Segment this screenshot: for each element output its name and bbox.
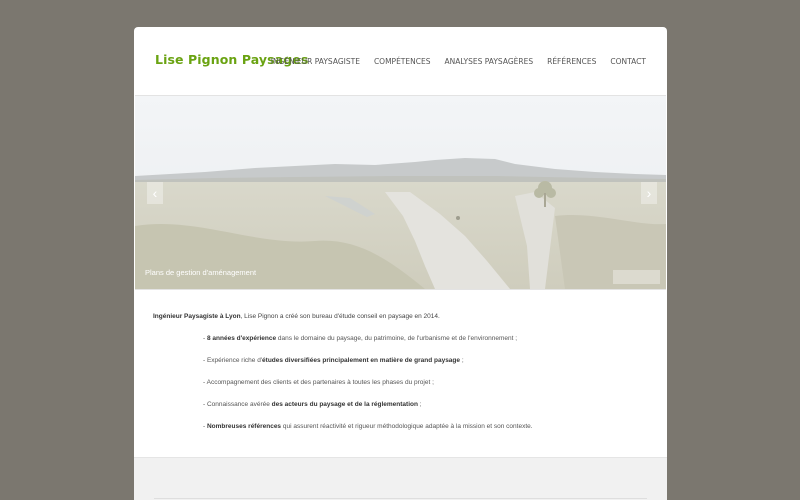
intro-text: , Lise Pignon a créé son bureau d'étude … [240, 313, 440, 320]
nav-item-competences[interactable]: COMPÉTENCES [374, 57, 431, 66]
slide-indicator[interactable] [613, 270, 660, 284]
nav-item-analyses-paysageres[interactable]: ANALYSES PAYSAGÈRES [444, 57, 533, 66]
footer-area [134, 457, 667, 500]
intro-paragraph: Ingénieur Paysagiste à Lyon, Lise Pignon… [153, 313, 653, 320]
list-item: - Expérience riche d'études diversifiées… [203, 357, 464, 364]
slider-next-button[interactable]: › [641, 182, 657, 204]
main-nav: INGÉNIEUR PAYSAGISTE COMPÉTENCES ANALYSE… [271, 57, 646, 66]
nav-item-ingenieur-paysagiste[interactable]: INGÉNIEUR PAYSAGISTE [271, 57, 360, 66]
nav-item-contact[interactable]: CONTACT [610, 57, 646, 66]
footer-divider [154, 498, 647, 499]
list-item: - Nombreuses références qui assurent réa… [203, 423, 533, 430]
main-content: Ingénieur Paysagiste à Lyon, Lise Pignon… [153, 313, 653, 430]
image-slider[interactable]: ‹ › Plans de gestion d'aménagement [135, 95, 666, 290]
page-container: Lise Pignon Paysages INGÉNIEUR PAYSAGIST… [134, 27, 667, 500]
intro-strong: Ingénieur Paysagiste à Lyon [153, 313, 241, 320]
chevron-right-icon: › [646, 185, 652, 201]
list-item: - 8 années d'expérience dans le domaine … [203, 335, 518, 342]
landscape-photo [135, 96, 666, 289]
list-item: - Accompagnement des clients et des part… [203, 379, 434, 386]
nav-item-references[interactable]: RÉFÉRENCES [547, 57, 596, 66]
slide-caption: Plans de gestion d'aménagement [145, 268, 257, 277]
list-item: - Connaissance avérée des acteurs du pay… [203, 401, 422, 408]
slider-prev-button[interactable]: ‹ [147, 182, 163, 204]
chevron-left-icon: ‹ [152, 185, 158, 201]
